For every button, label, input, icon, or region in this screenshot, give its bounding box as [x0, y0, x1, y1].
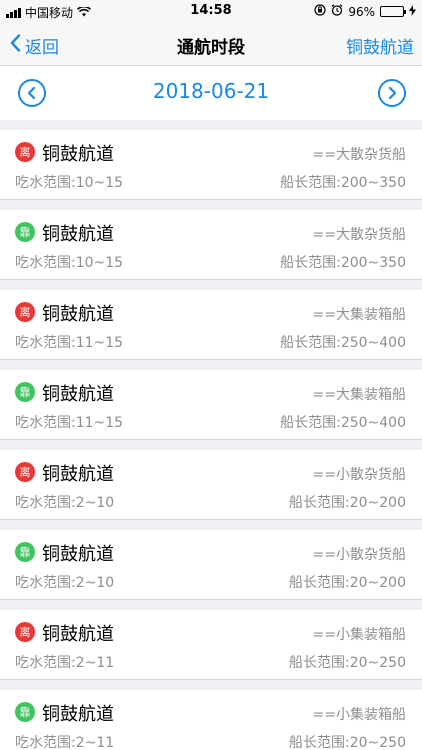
navigation-bar: 返回 通航时段 铜鼓航道 [0, 22, 422, 66]
next-day-button[interactable] [378, 79, 406, 107]
leave-badge: 离 [15, 302, 35, 322]
schedule-list: 离铜鼓航道 ==大散杂货船 吃水范围:10~15 船长范围:200~350 靠铜鼓航道 =… [0, 130, 422, 750]
list-item[interactable]: 靠铜鼓航道 ==小集装箱船吃水范围:2~11 船长范围:20~250 [0, 690, 422, 750]
channel-name: 铜鼓航道 [42, 544, 114, 565]
vessel-type: ==大散杂货船 [312, 147, 406, 163]
length-range: 船长范围:20~250 [289, 655, 406, 671]
charging-icon [409, 4, 416, 19]
leave-badge: 离 [15, 462, 35, 482]
vessel-type: ==小散杂货船 [312, 467, 406, 483]
list-item[interactable]: 靠铜鼓航道 ==大散杂货船吃水范围:10~15 船长范围:200~350 [0, 210, 422, 280]
length-range: 船长范围:250~400 [280, 335, 406, 351]
back-label: 返回 [25, 38, 59, 58]
channel-name: 铜鼓航道 [42, 224, 114, 245]
dock-badge: 靠 [15, 702, 35, 722]
draft-range: 吃水范围:2~11 [15, 735, 115, 750]
vessel-type: ==大集装箱船 [312, 387, 406, 403]
leave-badge: 离 [15, 142, 35, 162]
draft-range: 吃水范围:11~15 [15, 415, 124, 431]
vessel-type: ==大散杂货船 [312, 227, 406, 243]
draft-range: 吃水范围:11~15 [15, 335, 124, 351]
length-range: 船长范围:250~400 [280, 415, 406, 431]
dock-badge: 靠 [15, 222, 35, 242]
dock-badge: 靠 [15, 382, 35, 402]
rotation-lock-icon [314, 4, 326, 19]
chevron-right-icon [388, 86, 397, 100]
list-item[interactable]: 离铜鼓航道 ==大散杂货船吃水范围:10~15 船长范围:200~350 [0, 130, 422, 200]
vessel-type: ==大集装箱船 [312, 307, 406, 323]
leave-badge: 离 [15, 622, 35, 642]
battery-icon [380, 6, 406, 17]
length-range: 船长范围:20~250 [289, 735, 406, 750]
vessel-type: ==小散杂货船 [312, 547, 406, 563]
current-date[interactable]: 2018-06-21 [0, 79, 422, 103]
vessel-type: ==小集装箱船 [312, 707, 406, 723]
length-range: 船长范围:20~200 [289, 575, 406, 591]
status-right: 96% [314, 4, 416, 19]
length-range: 船长范围:20~200 [289, 495, 406, 511]
channel-name: 铜鼓航道 [42, 704, 114, 725]
draft-range: 吃水范围:2~10 [15, 495, 115, 511]
channel-name: 铜鼓航道 [42, 624, 114, 645]
length-range: 船长范围:200~350 [280, 175, 406, 191]
back-button[interactable]: 返回 [10, 33, 59, 58]
channel-selector-button[interactable]: 铜鼓航道 [346, 33, 414, 58]
draft-range: 吃水范围:2~10 [15, 575, 115, 591]
status-bar: 中国移动 14:58 96% [0, 0, 422, 22]
list-item[interactable]: 离铜鼓航道 ==大集装箱船吃水范围:11~15 船长范围:250~400 [0, 290, 422, 360]
list-item[interactable]: 离铜鼓航道 ==小散杂货船吃水范围:2~10 船长范围:20~200 [0, 450, 422, 520]
list-item[interactable]: 靠铜鼓航道 ==大集装箱船吃水范围:11~15 船长范围:250~400 [0, 370, 422, 440]
draft-range: 吃水范围:10~15 [15, 255, 124, 271]
battery-percent: 96% [348, 4, 375, 19]
dock-badge: 靠 [15, 542, 35, 562]
draft-range: 吃水范围:10~15 [15, 175, 124, 191]
channel-name: 铜鼓航道 [42, 144, 114, 165]
chevron-left-icon [10, 34, 21, 57]
channel-name: 铜鼓航道 [42, 304, 114, 325]
channel-name: 铜鼓航道 [42, 384, 114, 405]
list-item[interactable]: 离铜鼓航道 ==小集装箱船吃水范围:2~11 船长范围:20~250 [0, 610, 422, 680]
draft-range: 吃水范围:2~11 [15, 655, 115, 671]
date-bar: 2018-06-21 [0, 66, 422, 120]
vessel-type: ==小集装箱船 [312, 627, 406, 643]
list-item[interactable]: 靠铜鼓航道 ==小散杂货船吃水范围:2~10 船长范围:20~200 [0, 530, 422, 600]
channel-name: 铜鼓航道 [42, 464, 114, 485]
length-range: 船长范围:200~350 [280, 255, 406, 271]
alarm-icon [331, 4, 343, 19]
